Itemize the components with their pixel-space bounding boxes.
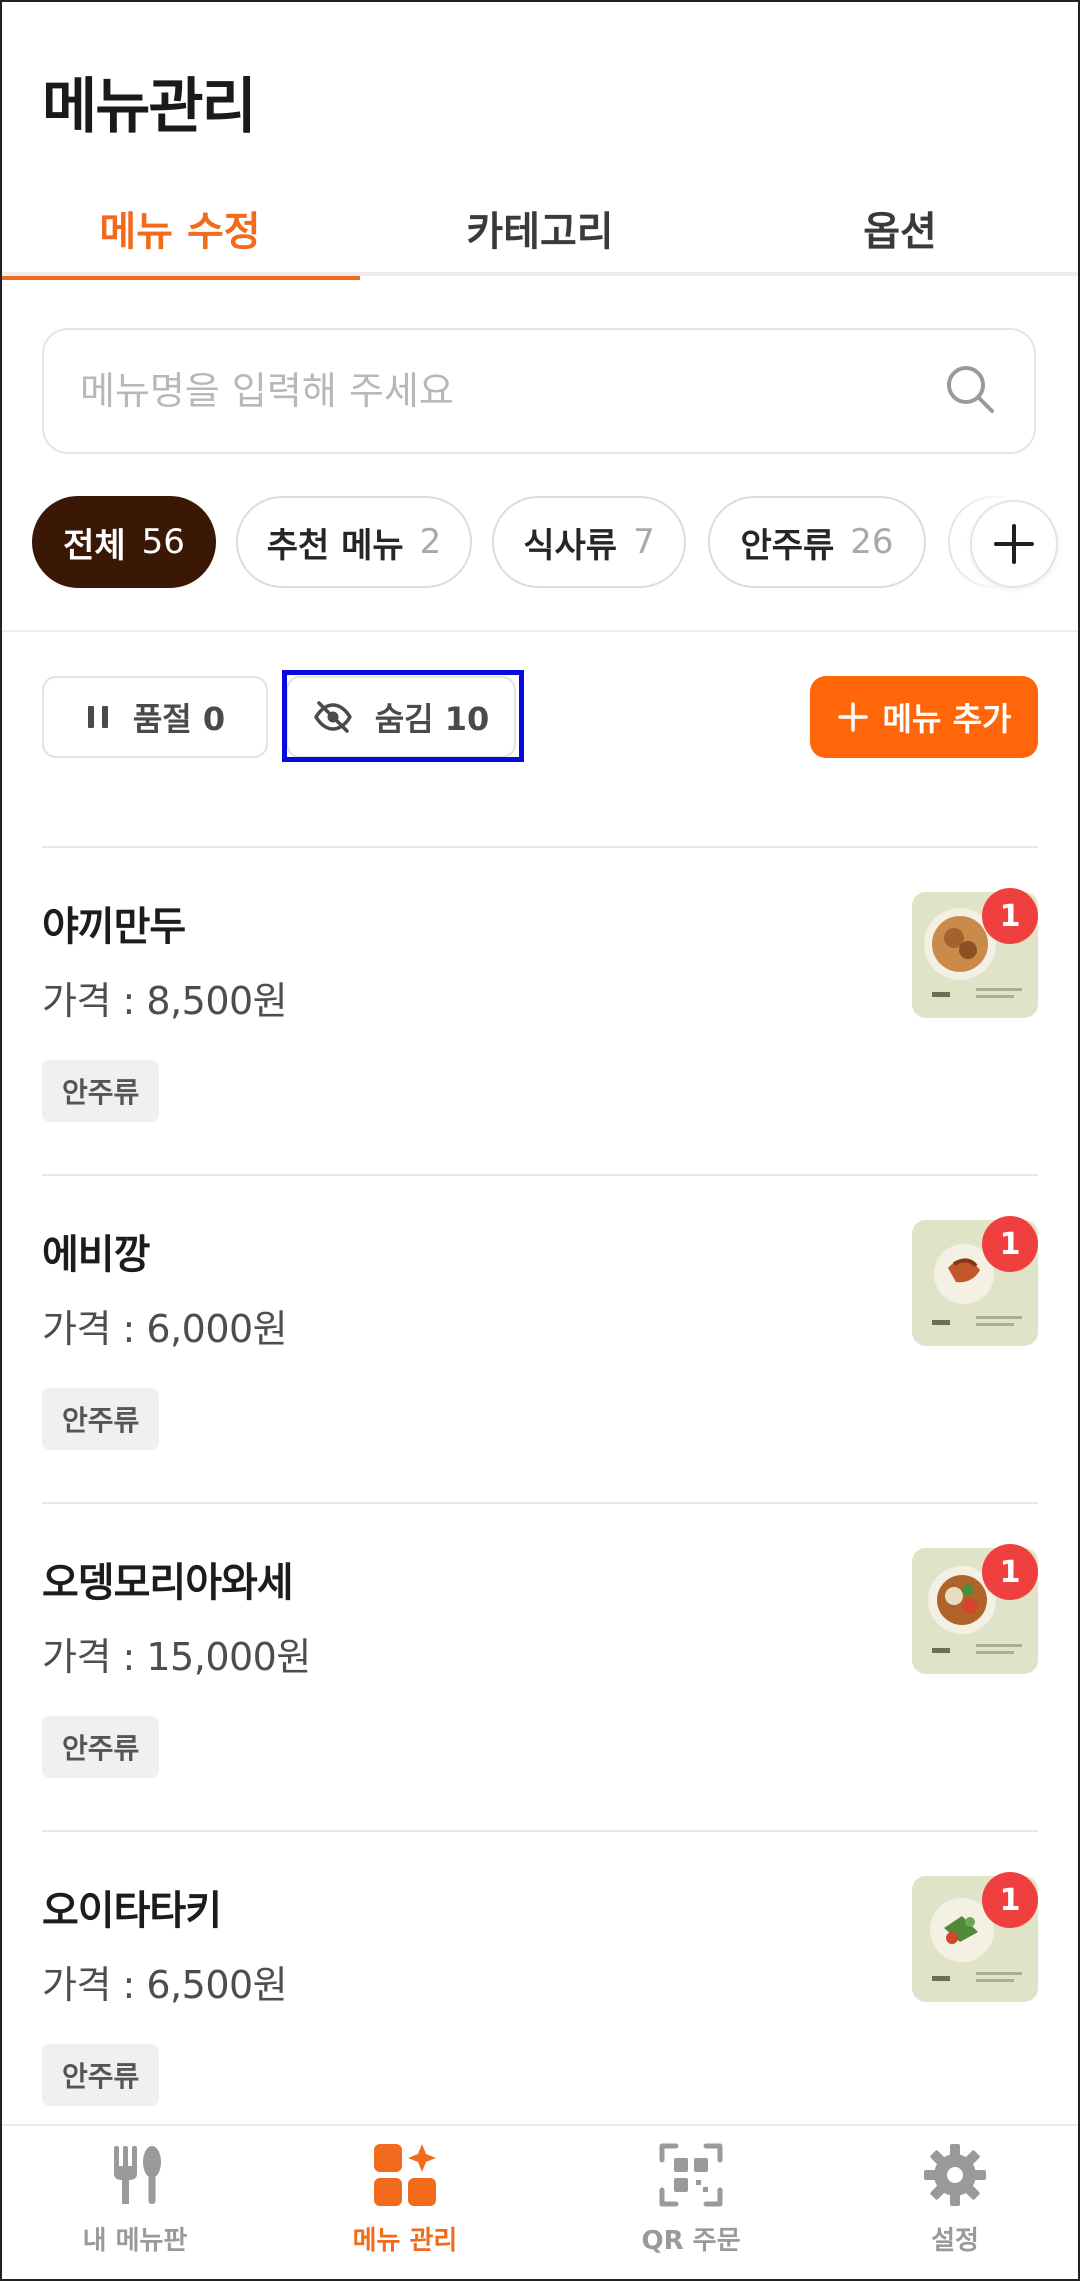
chip-count: 56	[141, 522, 185, 562]
tab-menu-edit[interactable]: 메뉴 수정	[0, 180, 360, 280]
soldout-filter-button[interactable]: 품절 0	[42, 676, 268, 758]
add-menu-label: 메뉴 추가	[882, 700, 1012, 738]
page-title: 메뉴관리	[42, 72, 257, 142]
category-chip-meals[interactable]: 식사류 7	[492, 496, 686, 588]
soldout-filter-label: 품절 0	[132, 700, 226, 738]
nav-menu-management[interactable]: 메뉴 관리	[270, 2140, 540, 2270]
menu-grid-sparkle-icon	[374, 2144, 436, 2206]
category-chip-recommended[interactable]: 추천 메뉴 2	[236, 496, 472, 588]
menu-name: 야끼만두	[42, 904, 186, 950]
menu-price: 가격 : 15,000원	[42, 1635, 311, 1679]
menu-name: 오이타타키	[42, 1888, 222, 1934]
add-menu-button[interactable]: 메뉴 추가	[810, 676, 1038, 758]
menu-list-item[interactable]: 에비깡 가격 : 6,000원 안주류 1	[42, 1174, 1038, 1502]
category-chip-list: 전체 56 추천 메뉴 2 식사류 7 안주류 26 세트	[0, 496, 1080, 588]
chip-label: 식사류	[523, 525, 618, 566]
bottom-navigation: 내 메뉴판 메뉴 관리 QR 주문 설정	[0, 2124, 1080, 2281]
menu-list: 야끼만두 가격 : 8,500원 안주류 1 에비깡 가격 : 6,000원 안…	[0, 846, 1080, 2158]
add-category-button[interactable]	[970, 500, 1058, 588]
menu-category-tag: 안주류	[42, 1388, 160, 1450]
menu-count-badge: 1	[982, 1216, 1038, 1272]
search-input[interactable]	[80, 369, 942, 413]
menu-list-item[interactable]: 오이타타키 가격 : 6,500원 안주류 1	[42, 1830, 1038, 2158]
tab-bar: 메뉴 수정 카테고리 옵션	[0, 180, 1080, 280]
search-icon[interactable]	[942, 361, 998, 421]
chip-label: 안주류	[740, 525, 835, 566]
plus-icon	[837, 702, 868, 732]
menu-price: 가격 : 6,000원	[42, 1307, 288, 1351]
nav-qr-order[interactable]: QR 주문	[556, 2140, 826, 2270]
menu-count-badge: 1	[982, 1544, 1038, 1600]
hidden-filter-button[interactable]: 숨김 10	[286, 676, 516, 758]
tab-options[interactable]: 옵션	[720, 180, 1080, 276]
menu-category-tag: 안주류	[42, 1716, 160, 1778]
category-chip-all[interactable]: 전체 56	[32, 496, 216, 588]
menu-count-badge: 1	[982, 888, 1038, 944]
pause-icon	[87, 706, 108, 728]
eye-off-icon	[313, 701, 352, 733]
menu-price: 가격 : 6,500원	[42, 1963, 288, 2007]
nav-my-menu-board[interactable]: 내 메뉴판	[0, 2140, 270, 2270]
fork-spoon-icon	[114, 2146, 161, 2204]
qr-scan-icon	[659, 2143, 723, 2207]
chip-count: 26	[850, 522, 894, 562]
gear-icon	[924, 2144, 986, 2206]
nav-settings[interactable]: 설정	[820, 2140, 1080, 2270]
hidden-filter-label: 숨김 10	[374, 700, 490, 738]
chip-count: 7	[633, 522, 655, 562]
category-chip-snacks[interactable]: 안주류 26	[708, 496, 926, 588]
plus-icon	[994, 524, 1034, 564]
chip-label: 전체	[63, 525, 126, 566]
menu-name: 오뎅모리아와세	[42, 1560, 294, 1606]
menu-list-item[interactable]: 오뎅모리아와세 가격 : 15,000원 안주류 1	[42, 1502, 1038, 1830]
chip-count: 2	[419, 522, 442, 562]
search-box	[42, 328, 1036, 454]
chip-label: 추천 메뉴	[266, 525, 404, 566]
menu-list-item[interactable]: 야끼만두 가격 : 8,500원 안주류 1	[42, 846, 1038, 1174]
menu-price: 가격 : 8,500원	[42, 979, 288, 1023]
menu-category-tag: 안주류	[42, 1060, 160, 1122]
menu-name: 에비깡	[42, 1232, 150, 1278]
menu-count-badge: 1	[982, 1872, 1038, 1928]
section-divider	[0, 630, 1080, 632]
nav-label: QR 주문	[641, 2226, 741, 2256]
tab-category[interactable]: 카테고리	[360, 180, 720, 276]
nav-label: 내 메뉴판	[82, 2226, 188, 2256]
nav-label: 메뉴 관리	[352, 2226, 458, 2256]
nav-label: 설정	[931, 2226, 979, 2256]
menu-category-tag: 안주류	[42, 2044, 160, 2106]
